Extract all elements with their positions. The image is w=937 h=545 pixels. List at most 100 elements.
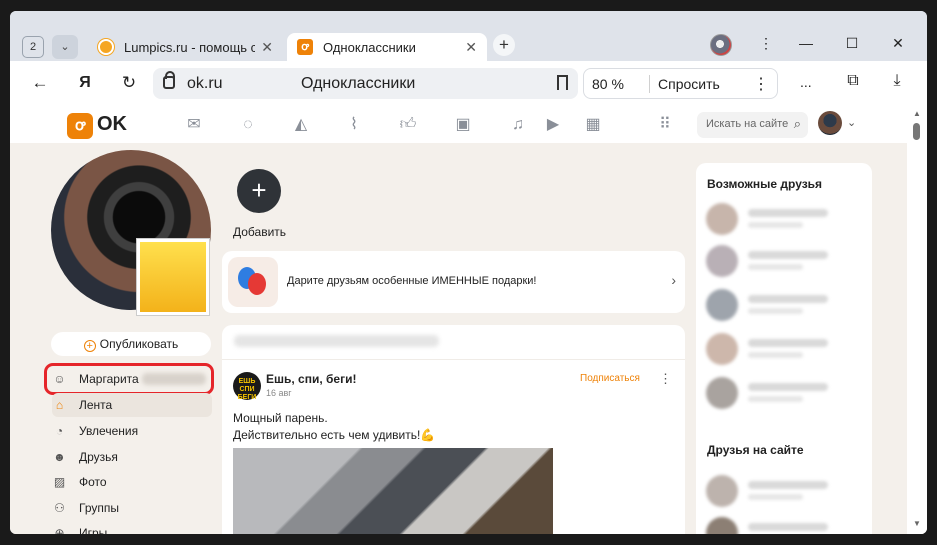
- scroll-thumb[interactable]: [913, 123, 920, 140]
- video-icon[interactable]: ▣: [453, 115, 473, 135]
- reload-icon[interactable]: ↻: [116, 71, 142, 95]
- maximize-button[interactable]: ☐: [842, 35, 862, 52]
- ok-header: ꝍ OK ✉ ◌ ◭ ⌇ 👍︎ ▣ ♫ ▶ ▦ ⠿ Искать на сайт…: [10, 105, 907, 143]
- feed-card: ЕШЬ СПИ БЕГИ Ешь, спи, беги! 16 авг Подп…: [222, 325, 685, 534]
- lock-icon: [163, 71, 175, 89]
- navigation-bar: ← Я ↻ ok.ru Одноклассники 80 % Спросить …: [10, 61, 927, 105]
- post-text-line: Действительно есть чем удивить!💪: [233, 428, 436, 442]
- friend-online[interactable]: [706, 475, 866, 509]
- download-icon[interactable]: ⤓: [886, 72, 908, 94]
- sidebar-item-groups[interactable]: ⚇ Группы: [52, 496, 212, 520]
- user-avatar[interactable]: [818, 111, 842, 135]
- sidebar-item-label: Друзья: [79, 450, 118, 464]
- address-bar[interactable]: ok.ru Одноклассники: [153, 68, 578, 99]
- tab-label: Одноклассники: [323, 39, 416, 55]
- friend-suggestion[interactable]: [706, 377, 866, 411]
- tab-odnoklassniki[interactable]: ꝍ Одноклассники ✕: [287, 33, 487, 61]
- post-more-icon[interactable]: ⋮: [659, 371, 672, 387]
- sidebar-item-label: Увлечения: [79, 424, 139, 438]
- possible-friends-title[interactable]: Возможные друзья: [707, 177, 822, 191]
- tab-lumpics[interactable]: Lumpics.ru - помощь с ком ✕: [88, 33, 283, 61]
- browser-window: 2 ⌄ Lumpics.ru - помощь с ком ✕ ꝍ Однокл…: [10, 11, 927, 534]
- guests-icon[interactable]: ⌇: [344, 115, 364, 135]
- blurred-caption: [234, 335, 439, 347]
- friend-suggestion[interactable]: [706, 333, 866, 367]
- chat-icon[interactable]: ◌: [238, 115, 258, 135]
- scroll-up-icon[interactable]: ▲: [913, 109, 921, 118]
- apps-icon[interactable]: ⠿: [655, 115, 675, 135]
- zoom-level[interactable]: 80 %: [592, 76, 624, 92]
- sidebar-item-photos[interactable]: ▨ Фото: [52, 470, 212, 494]
- post-video-thumbnail[interactable]: [233, 448, 553, 534]
- bookmark-icon[interactable]: [557, 75, 568, 90]
- music-icon[interactable]: ♫: [508, 115, 528, 135]
- sidebar-item-feed[interactable]: ⌂ Лента: [52, 393, 212, 417]
- ok-logo-text[interactable]: OK: [97, 113, 127, 136]
- sidebar-item-games[interactable]: ⊕ Игры: [52, 521, 212, 534]
- address-domain: ok.ru: [187, 75, 223, 92]
- ok-favicon-icon: ꝍ: [297, 39, 313, 55]
- tab-count-badge[interactable]: 2: [22, 36, 44, 58]
- add-story-button[interactable]: +: [237, 169, 281, 213]
- sidebar-item-label: Фото: [79, 475, 107, 489]
- subscribe-button[interactable]: Подписаться: [580, 373, 640, 384]
- friends-icon: ☻: [53, 450, 66, 464]
- ask-button[interactable]: Спросить: [658, 76, 720, 92]
- right-column: Возможные друзья Друзья на сайте: [696, 163, 872, 534]
- back-arrow-icon[interactable]: ←: [27, 71, 53, 95]
- yandex-logo-icon[interactable]: Я: [72, 71, 98, 95]
- gifts-text: Дарите друзьям особенные ИМЕННЫЕ подарки…: [287, 275, 537, 287]
- post-author-avatar[interactable]: ЕШЬ СПИ БЕГИ: [233, 372, 261, 401]
- sidebar-item-hobbies[interactable]: ◔ Увлечения: [52, 419, 212, 443]
- new-tab-button[interactable]: +: [493, 34, 515, 56]
- post-text-line: Мощный парень.: [233, 411, 328, 425]
- post-date: 16 авг: [266, 388, 292, 398]
- post-author-name[interactable]: Ешь, спи, беги!: [266, 372, 356, 386]
- calendar-icon[interactable]: ▦: [583, 115, 603, 135]
- friend-suggestion[interactable]: [706, 245, 866, 279]
- browser-profile-avatar[interactable]: [710, 34, 732, 56]
- chevron-right-icon[interactable]: ›: [671, 272, 676, 288]
- friends-online-title[interactable]: Друзья на сайте: [707, 443, 804, 457]
- sidebar-item-label: Группы: [79, 501, 119, 515]
- tab-close-icon[interactable]: ✕: [261, 39, 273, 56]
- chevron-down-icon[interactable]: ⌄: [847, 116, 856, 129]
- scroll-down-icon[interactable]: ▼: [913, 519, 921, 528]
- friend-online[interactable]: [706, 517, 866, 534]
- groups-icon: ⚇: [54, 501, 65, 515]
- friend-suggestion[interactable]: [706, 289, 866, 323]
- ok-logo-icon[interactable]: ꝍ: [67, 113, 93, 139]
- photo-icon: ▨: [53, 475, 66, 489]
- divider: [649, 75, 650, 93]
- highlight-frame: [44, 363, 214, 395]
- friend-suggestion[interactable]: [706, 203, 866, 237]
- search-field[interactable]: Искать на сайте ⌕: [697, 112, 808, 138]
- publish-button[interactable]: + Опубликовать: [51, 332, 211, 356]
- add-story-label[interactable]: Добавить: [233, 225, 286, 239]
- more-button[interactable]: ...: [800, 74, 812, 90]
- scrollbar[interactable]: ▲ ▼: [907, 105, 927, 534]
- like-icon[interactable]: 👍︎: [398, 115, 418, 135]
- sidebar-item-friends[interactable]: ☻ Друзья: [52, 445, 212, 469]
- search-icon[interactable]: ⌕: [794, 116, 801, 132]
- mail-icon[interactable]: ✉: [184, 115, 204, 135]
- bell-icon[interactable]: ◭: [291, 115, 311, 135]
- games-icon: ⊕: [54, 526, 65, 534]
- zoom-more-icon[interactable]: ⋮: [753, 74, 769, 94]
- tab-list-chevron-icon[interactable]: ⌄: [52, 35, 78, 59]
- sidebar-item-label: Игры: [79, 526, 108, 534]
- browser-menu-button[interactable]: ⋮: [756, 35, 776, 52]
- tab-close-icon[interactable]: ✕: [465, 39, 477, 56]
- home-icon: ⌂: [55, 398, 64, 412]
- ok-page: ꝍ OK ✉ ◌ ◭ ⌇ 👍︎ ▣ ♫ ▶ ▦ ⠿ Искать на сайт…: [10, 105, 927, 534]
- extensions-icon[interactable]: ⧉: [842, 72, 864, 94]
- plus-icon: +: [83, 340, 96, 352]
- publish-label: Опубликовать: [99, 337, 179, 351]
- sidebar-item-label: Лента: [79, 398, 113, 412]
- gifts-banner[interactable]: Дарите друзьям особенные ИМЕННЫЕ подарки…: [222, 251, 685, 313]
- divider: [222, 359, 685, 360]
- minimize-button[interactable]: —: [796, 35, 816, 51]
- close-window-button[interactable]: ✕: [888, 35, 908, 52]
- zoom-and-ask-panel: 80 % Спросить ⋮: [583, 68, 778, 99]
- play-icon[interactable]: ▶: [543, 115, 563, 135]
